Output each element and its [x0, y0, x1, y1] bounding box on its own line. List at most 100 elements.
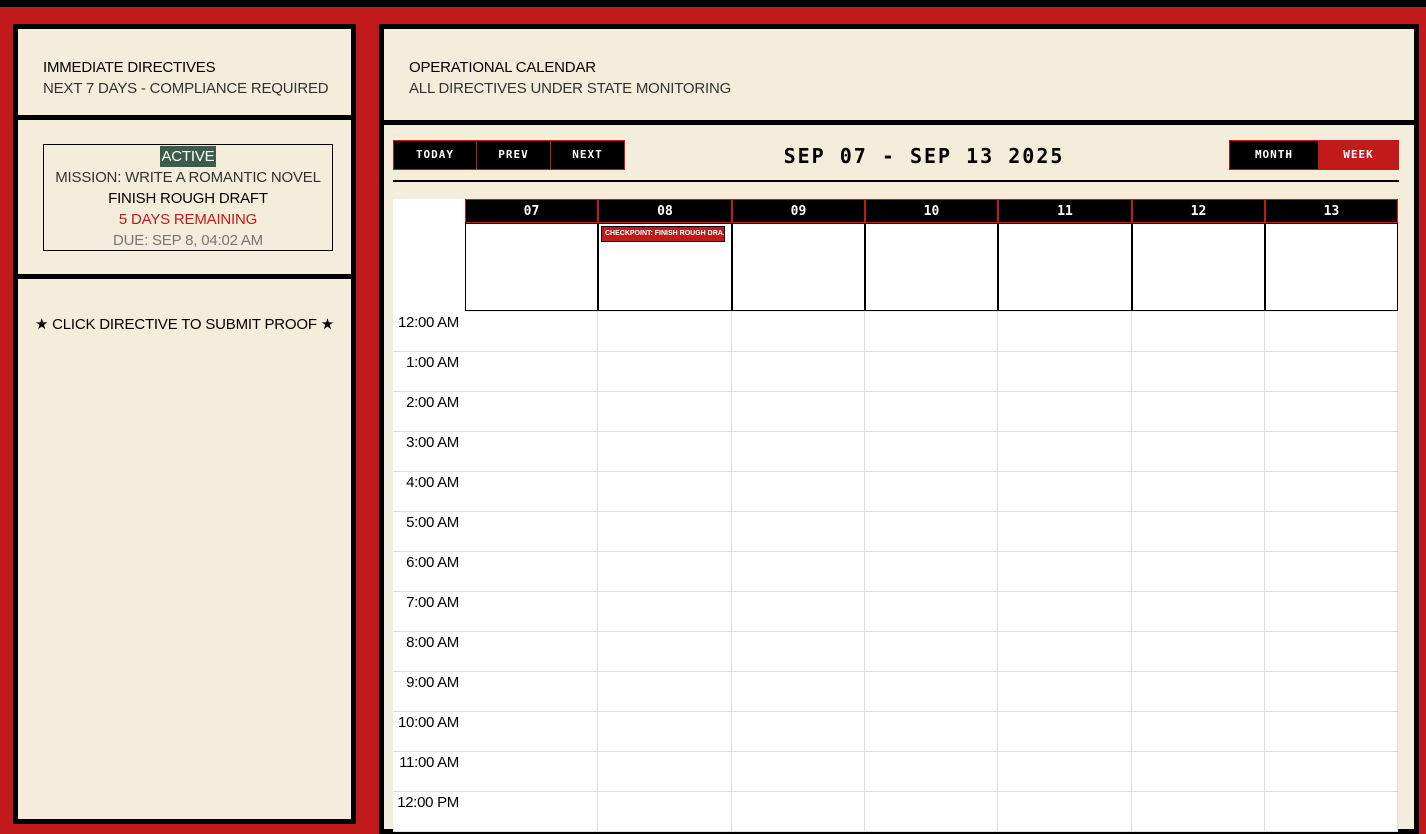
time-slot[interactable]: [1132, 392, 1265, 432]
next-button[interactable]: NEXT: [550, 140, 625, 170]
time-slot[interactable]: [865, 352, 998, 392]
time-slot[interactable]: [598, 712, 732, 752]
time-slot[interactable]: [598, 592, 732, 632]
allday-cell-13[interactable]: [1265, 223, 1398, 311]
time-slot[interactable]: [598, 552, 732, 592]
time-slot[interactable]: [598, 432, 732, 472]
time-slot[interactable]: [865, 312, 998, 352]
time-slot[interactable]: [1132, 712, 1265, 752]
time-slot[interactable]: [998, 672, 1132, 712]
time-slot[interactable]: [465, 752, 598, 792]
time-slot[interactable]: [1265, 632, 1398, 672]
time-slot[interactable]: [1132, 432, 1265, 472]
time-slot[interactable]: [598, 392, 732, 432]
time-slot[interactable]: [732, 672, 865, 712]
time-slot[interactable]: [732, 552, 865, 592]
time-slot[interactable]: [732, 592, 865, 632]
allday-cell-12[interactable]: [1132, 223, 1265, 311]
time-slot[interactable]: [598, 472, 732, 512]
time-slot[interactable]: [865, 712, 998, 752]
time-slot[interactable]: [1132, 472, 1265, 512]
time-slot[interactable]: [865, 592, 998, 632]
time-slot[interactable]: [1265, 312, 1398, 352]
time-slot[interactable]: [865, 392, 998, 432]
time-slot[interactable]: [1132, 512, 1265, 552]
time-slot[interactable]: [732, 512, 865, 552]
time-slot[interactable]: [1132, 352, 1265, 392]
time-slot[interactable]: [732, 712, 865, 752]
time-slot[interactable]: [465, 632, 598, 672]
time-slot[interactable]: [865, 632, 998, 672]
calendar-event[interactable]: CHECKPOINT: FINISH ROUGH DRA...: [601, 226, 725, 242]
time-slot[interactable]: [998, 752, 1132, 792]
today-button[interactable]: TODAY: [393, 140, 477, 170]
time-slot[interactable]: [998, 512, 1132, 552]
time-slot[interactable]: [998, 552, 1132, 592]
time-slot[interactable]: [1265, 472, 1398, 512]
time-slot[interactable]: [998, 472, 1132, 512]
time-slot[interactable]: [465, 592, 598, 632]
time-slot[interactable]: [865, 792, 998, 832]
time-slot[interactable]: [598, 312, 732, 352]
time-slot[interactable]: [1132, 592, 1265, 632]
time-slot[interactable]: [732, 752, 865, 792]
time-slot[interactable]: [465, 472, 598, 512]
day-header-11[interactable]: 11: [998, 199, 1132, 223]
time-slot[interactable]: [465, 392, 598, 432]
time-slot[interactable]: [1265, 672, 1398, 712]
time-slot[interactable]: [1132, 672, 1265, 712]
time-slot[interactable]: [732, 392, 865, 432]
time-slot[interactable]: [732, 472, 865, 512]
day-header-07[interactable]: 07: [465, 199, 598, 223]
time-slot[interactable]: [865, 472, 998, 512]
month-view-button[interactable]: MONTH: [1229, 140, 1319, 170]
time-slot[interactable]: [465, 552, 598, 592]
time-slot[interactable]: [732, 632, 865, 672]
week-view-button[interactable]: WEEK: [1318, 140, 1399, 170]
time-slot[interactable]: [1132, 552, 1265, 592]
day-header-12[interactable]: 12: [1132, 199, 1265, 223]
day-header-09[interactable]: 09: [732, 199, 865, 223]
time-slot[interactable]: [598, 752, 732, 792]
time-slot[interactable]: [465, 512, 598, 552]
time-slot[interactable]: [998, 592, 1132, 632]
time-slot[interactable]: [598, 352, 732, 392]
time-slot[interactable]: [1265, 592, 1398, 632]
time-slot[interactable]: [1265, 752, 1398, 792]
time-slot[interactable]: [1265, 392, 1398, 432]
time-slot[interactable]: [465, 792, 598, 832]
time-slot[interactable]: [598, 792, 732, 832]
time-slot[interactable]: [998, 792, 1132, 832]
time-slot[interactable]: [1132, 312, 1265, 352]
allday-cell-11[interactable]: [998, 223, 1132, 311]
time-slot[interactable]: [998, 712, 1132, 752]
time-slot[interactable]: [732, 792, 865, 832]
time-slot[interactable]: [1132, 792, 1265, 832]
allday-cell-10[interactable]: [865, 223, 998, 311]
time-slot[interactable]: [1265, 792, 1398, 832]
allday-cell-09[interactable]: [732, 223, 865, 311]
time-slot[interactable]: [998, 352, 1132, 392]
time-slot[interactable]: [732, 312, 865, 352]
day-header-13[interactable]: 13: [1265, 199, 1398, 223]
time-slot[interactable]: [465, 672, 598, 712]
time-slot[interactable]: [1132, 632, 1265, 672]
time-slot[interactable]: [865, 672, 998, 712]
time-slot[interactable]: [865, 552, 998, 592]
prev-button[interactable]: PREV: [476, 140, 551, 170]
time-slot[interactable]: [598, 632, 732, 672]
allday-cell-08[interactable]: CHECKPOINT: FINISH ROUGH DRA...: [598, 223, 732, 311]
allday-cell-07[interactable]: [465, 223, 598, 311]
time-slot[interactable]: [1265, 552, 1398, 592]
time-slot[interactable]: [998, 312, 1132, 352]
time-slot[interactable]: [732, 432, 865, 472]
time-slot[interactable]: [998, 432, 1132, 472]
time-slot[interactable]: [865, 432, 998, 472]
time-slot[interactable]: [465, 312, 598, 352]
time-slot[interactable]: [865, 752, 998, 792]
time-slot[interactable]: [465, 352, 598, 392]
time-slot[interactable]: [1265, 352, 1398, 392]
time-slot[interactable]: [598, 672, 732, 712]
time-slot[interactable]: [1265, 432, 1398, 472]
time-slot[interactable]: [1132, 752, 1265, 792]
